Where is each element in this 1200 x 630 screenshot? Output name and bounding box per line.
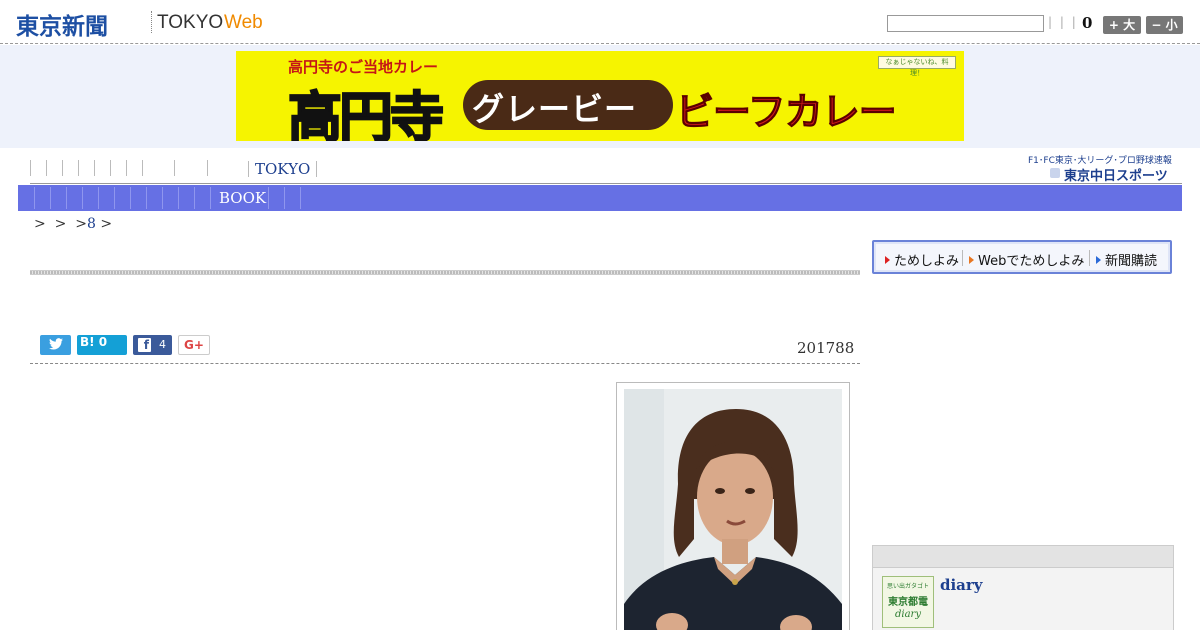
category-tab[interactable]: [178, 187, 179, 209]
nav-item[interactable]: [30, 160, 46, 176]
subscribe-label: 新聞購読: [1105, 254, 1158, 269]
breadcrumb-separator: >: [75, 216, 88, 232]
category-tab[interactable]: [130, 187, 131, 209]
nav-item[interactable]: [126, 160, 142, 176]
share-google-plus-button[interactable]: G+: [178, 335, 210, 355]
trial-read-link[interactable]: ためしよみ: [885, 250, 959, 269]
subscribe-link[interactable]: 新聞購読: [1096, 250, 1157, 269]
logo-divider: [151, 11, 152, 33]
breadcrumb: > > >8 >: [34, 216, 112, 232]
category-tab[interactable]: [162, 187, 163, 209]
triangle-right-icon: [969, 256, 974, 264]
diary-widget-header: [873, 546, 1173, 568]
category-tab[interactable]: [114, 187, 115, 209]
category-tab[interactable]: [82, 187, 83, 209]
counter-value: 0: [1082, 14, 1093, 32]
trial-read-label: ためしよみ: [894, 254, 960, 269]
font-size-increase-button[interactable]: + 大: [1103, 16, 1141, 34]
web-trial-read-label: Webでためしよみ: [978, 254, 1085, 269]
nav-item[interactable]: [142, 160, 174, 176]
search-separators: | | |: [1048, 15, 1078, 29]
banner-koenji-text: 高円寺: [287, 85, 445, 141]
category-tab[interactable]: [146, 187, 147, 209]
global-nav: [30, 160, 223, 180]
search-input[interactable]: [887, 15, 1044, 32]
diary-thumbnail-subtitle: diary: [895, 609, 921, 620]
category-tab[interactable]: [66, 187, 67, 209]
article-title-divider: [30, 270, 860, 275]
date-divider: [30, 363, 860, 364]
triangle-right-icon: [1096, 256, 1101, 264]
promo-links: ためしよみ Webでためしよみ 新聞購読: [872, 240, 1172, 274]
nav-divider: [30, 183, 1182, 184]
diary-thumbnail-title: 東京都電: [888, 597, 928, 608]
promo-divider: [962, 250, 963, 266]
nav-item[interactable]: [110, 160, 126, 176]
site-logo-web[interactable]: Web: [224, 12, 263, 34]
share-twitter-button[interactable]: [40, 335, 71, 355]
nav-item[interactable]: [174, 160, 207, 176]
nav-item-tokyo[interactable]: TOKYO: [248, 161, 318, 177]
chunichi-sports-logo[interactable]: 東京中日スポーツ: [1050, 165, 1168, 184]
diary-thumbnail-caption: 思い出ガタゴト: [886, 583, 929, 590]
nav-item[interactable]: [94, 160, 110, 176]
nav-item[interactable]: [78, 160, 94, 176]
category-tab-book[interactable]: BOOK: [219, 189, 266, 207]
category-tab[interactable]: [98, 187, 99, 209]
nav-item[interactable]: [62, 160, 78, 176]
breadcrumb-separator: >: [34, 216, 46, 232]
share-hatena-button[interactable]: B! 0: [77, 335, 127, 355]
article-date: 201788: [797, 339, 855, 357]
category-tab[interactable]: [300, 187, 301, 209]
ad-banner[interactable]: 高円寺のご当地カレー なぁじゃないね、料理！ 高円寺 グレービー ビーフカレー: [236, 51, 964, 141]
article-photo[interactable]: [624, 389, 842, 630]
category-tab[interactable]: [50, 187, 51, 209]
diary-link[interactable]: diary: [940, 576, 983, 594]
category-tab[interactable]: [194, 187, 195, 209]
triangle-right-icon: [885, 256, 890, 264]
category-tab[interactable]: [210, 187, 211, 209]
banner-beef-curry-text: ビーフカレー: [676, 90, 898, 135]
category-tab[interactable]: [34, 187, 35, 209]
breadcrumb-link[interactable]: 8: [87, 216, 96, 232]
twitter-icon: [48, 338, 63, 350]
breadcrumb-separator: >: [100, 216, 113, 232]
web-trial-read-link[interactable]: Webでためしよみ: [969, 250, 1084, 269]
breadcrumb-separator: >: [54, 216, 67, 232]
facebook-icon: f: [138, 338, 151, 352]
category-tab[interactable]: [268, 187, 269, 209]
font-size-decrease-button[interactable]: − 小: [1146, 16, 1183, 34]
nav-item[interactable]: [46, 160, 62, 176]
site-logo-jp[interactable]: 東京新聞: [16, 7, 108, 41]
category-bar: [18, 185, 1182, 211]
banner-gravy-text: グレービー: [472, 90, 638, 128]
banner-badge: なぁじゃないね、料理！: [878, 56, 956, 77]
diary-thumbnail[interactable]: 思い出ガタゴト 東京都電 diary: [882, 576, 934, 628]
category-tab[interactable]: [284, 187, 285, 209]
promo-divider: [1089, 250, 1090, 266]
portrait-image: [624, 389, 842, 630]
facebook-share-count: 4: [159, 338, 166, 351]
nav-item[interactable]: [207, 160, 223, 176]
share-facebook-button[interactable]: f 4: [133, 335, 172, 355]
site-logo-tokyo[interactable]: TOKYO: [157, 12, 223, 34]
